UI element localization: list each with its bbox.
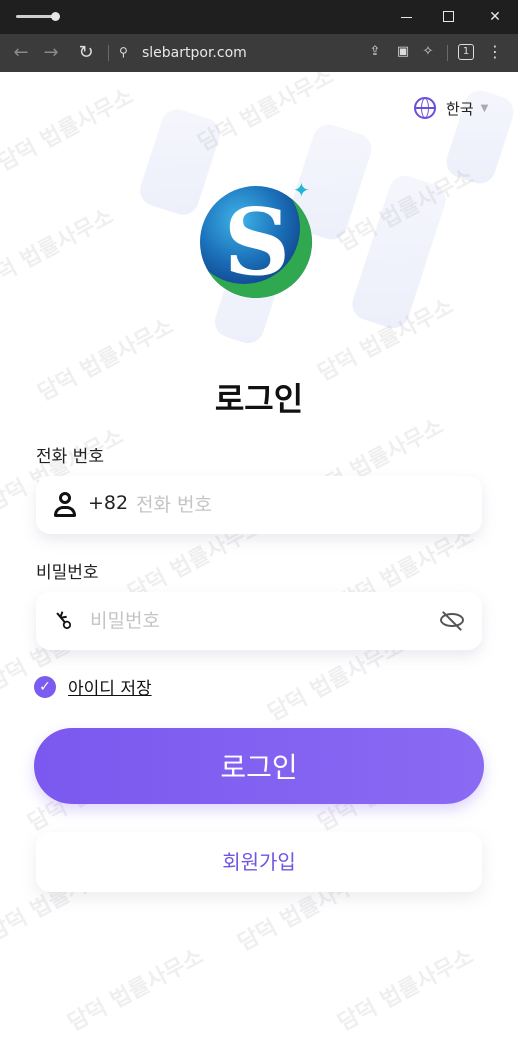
country-code[interactable]: +82 xyxy=(88,492,128,514)
eye-slash-icon[interactable] xyxy=(440,610,466,631)
brand-logo: S ✦ xyxy=(200,178,320,298)
remember-id-label[interactable]: 아이디 저장 xyxy=(68,674,152,699)
logo-s-mark: S xyxy=(223,188,291,296)
address-bar[interactable]: slebartpor.com xyxy=(142,42,247,64)
share-icon[interactable]: ⇪ xyxy=(366,43,384,61)
tab-count-button[interactable]: 1 xyxy=(458,44,474,60)
signup-button[interactable]: 회원가입 xyxy=(36,832,482,892)
window-titlebar: ✕ xyxy=(0,0,518,34)
user-icon xyxy=(54,492,76,518)
password-field: ⚷ xyxy=(36,592,482,650)
close-button[interactable]: ✕ xyxy=(485,7,505,27)
browser-toolbar: ← → ↻ ⚲ slebartpor.com ⇪ ▣ ✧ 1 ⋮ xyxy=(0,34,518,72)
remember-id-checkbox[interactable]: ✓ 아이디 저장 xyxy=(34,674,152,699)
background-device-graphic xyxy=(348,171,450,333)
key-icon: ⚷ xyxy=(47,603,79,637)
toolbar-divider xyxy=(447,45,448,61)
minimize-button[interactable] xyxy=(396,7,416,27)
phone-field: +82 xyxy=(36,476,482,534)
page-title: 로그인 xyxy=(214,380,304,418)
install-app-icon[interactable]: ▣ xyxy=(394,43,412,61)
toolbar-divider xyxy=(108,45,109,61)
forward-arrow-icon[interactable]: → xyxy=(40,42,62,64)
slider-knob[interactable] xyxy=(51,12,60,21)
login-page: 담덕 법률사무소 담덕 법률사무소 담덕 법률사무소 담덕 법률사무소 담덕 법… xyxy=(0,72,518,1041)
chevron-down-icon: ▼ xyxy=(480,102,489,114)
back-arrow-icon[interactable]: ← xyxy=(10,42,32,64)
reload-icon[interactable]: ↻ xyxy=(75,42,97,64)
site-info-icon[interactable]: ⚲ xyxy=(119,44,135,60)
globe-icon xyxy=(414,97,436,119)
language-label: 한국 xyxy=(446,99,474,118)
menu-dots-icon[interactable]: ⋮ xyxy=(486,43,504,61)
phone-input[interactable] xyxy=(134,488,438,522)
maximize-button[interactable] xyxy=(438,7,458,27)
sparkle-icon: ✦ xyxy=(293,178,310,202)
password-input[interactable] xyxy=(88,604,422,638)
extensions-icon[interactable]: ✧ xyxy=(419,43,437,61)
checkmark-icon[interactable]: ✓ xyxy=(34,675,56,698)
language-selector[interactable]: 한국 ▼ xyxy=(414,96,488,120)
password-label: 비밀번호 xyxy=(36,563,99,583)
login-button[interactable]: 로그인 xyxy=(34,728,484,804)
tab-strip-slider[interactable] xyxy=(16,12,60,21)
phone-label: 전화 번호 xyxy=(36,447,104,467)
